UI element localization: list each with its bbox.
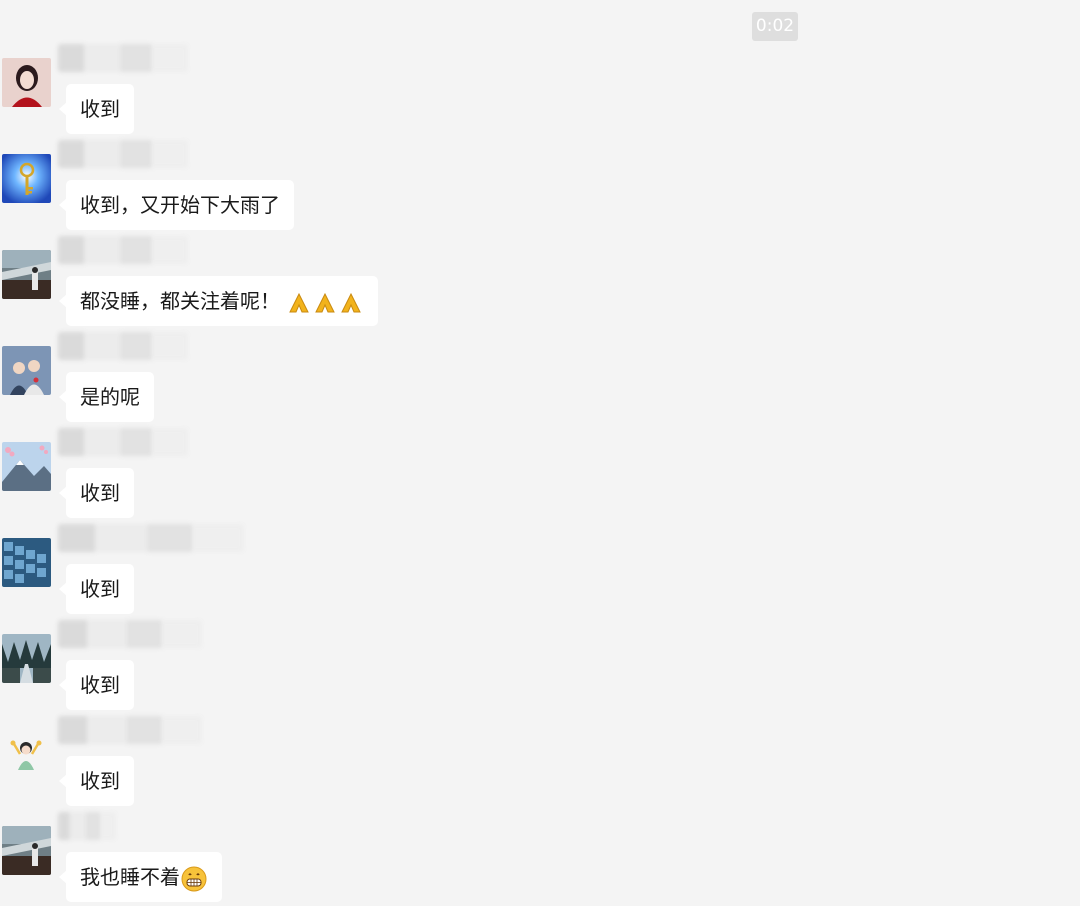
building-blocks-avatar-icon[interactable] [2,538,51,587]
cartoon-kids-avatar-icon[interactable] [2,730,51,779]
message-text: 是的呢 [80,385,140,409]
message-text: 收到，又开始下大雨了 [80,193,280,217]
sender-name [58,140,188,168]
message-text: 收到 [80,481,120,505]
message-bubble[interactable]: 收到，又开始下大雨了 [59,180,294,230]
message-bubble[interactable]: 我也睡不着 [59,852,222,902]
sender-name [58,44,188,72]
message-text: 都没睡，都关注着呢！ [80,289,280,313]
grinning-face-emoji [181,866,207,891]
sender-name [58,716,202,744]
couple-illustration-avatar-icon[interactable] [2,346,51,395]
sender-name [58,620,202,648]
golden-key-avatar-icon[interactable] [2,154,51,203]
praying-hands-emoji [341,292,361,313]
message-bubble[interactable]: 都没睡，都关注着呢！ [59,276,378,326]
sender-name [58,236,188,264]
message-bubble[interactable]: 收到 [59,660,134,710]
sender-name [58,812,116,840]
sender-name [58,332,188,360]
woman-portrait-avatar-icon[interactable] [2,58,51,107]
forest-road-avatar-icon[interactable] [2,634,51,683]
message-bubble[interactable]: 收到 [59,564,134,614]
praying-hands-emoji [289,292,309,313]
chat-timestamp: 0:02 [752,12,798,41]
message-bubble[interactable]: 收到 [59,468,134,518]
message-bubble[interactable]: 是的呢 [59,372,154,422]
sender-name [58,524,244,552]
message-text: 收到 [80,769,120,793]
message-bubble[interactable]: 收到 [59,756,134,806]
person-landscape-avatar-icon[interactable] [2,826,51,875]
mountain-blossom-avatar-icon[interactable] [2,442,51,491]
chat-message: 我也睡不着 [0,812,700,906]
message-bubble[interactable]: 收到 [59,84,134,134]
sender-name [58,428,188,456]
message-text: 收到 [80,577,120,601]
praying-hands-emoji [315,292,335,313]
message-text: 收到 [80,97,120,121]
person-landscape-avatar-icon[interactable] [2,250,51,299]
message-text: 收到 [80,673,120,697]
message-text: 我也睡不着 [80,865,180,889]
